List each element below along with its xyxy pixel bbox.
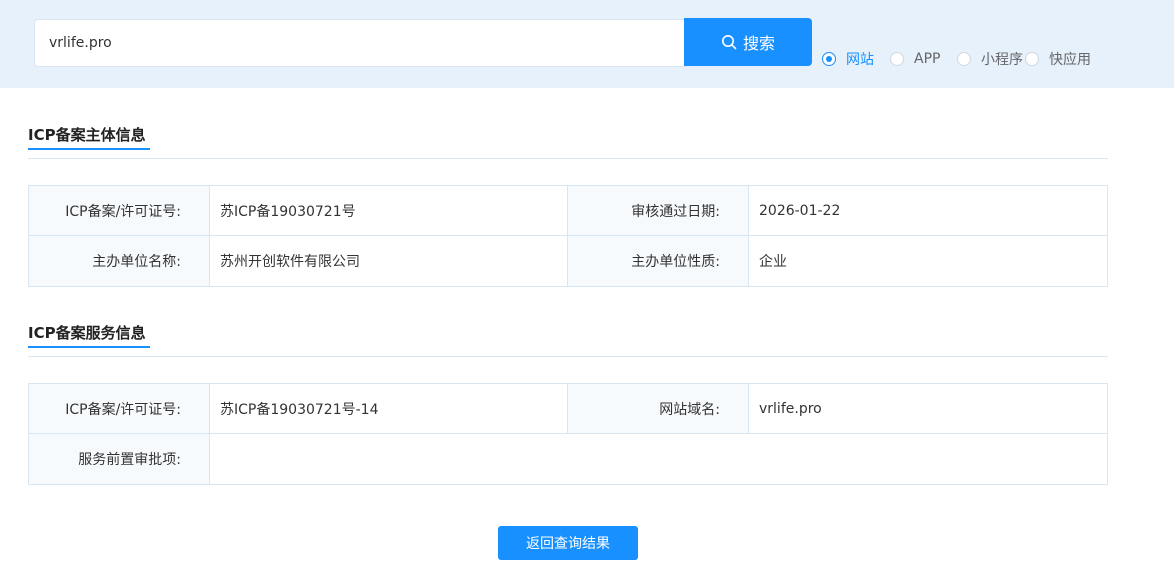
domain-value: vrlife.pro [759,400,822,417]
radio-dot [822,52,836,66]
organizer-name-label: 主办单位名称: [29,236,210,286]
table-row: ICP备案/许可证号: 苏ICP备19030721号 审核通过日期: 2026-… [29,186,1107,236]
pre-approval-value [210,434,1107,484]
search-button-label: 搜索 [742,34,775,53]
radio-mini-program[interactable]: 小程序 [957,50,1023,68]
search-band: 搜索 网站 APP 小程序 快应用 [0,0,1174,88]
service-info-table: ICP备案/许可证号: 苏ICP备19030721号-14 网站域名: vrli… [28,383,1108,485]
section-divider [28,158,1108,159]
radio-quick-app[interactable]: 快应用 [1025,50,1091,68]
search-input[interactable] [34,19,686,67]
table-row: ICP备案/许可证号: 苏ICP备19030721号-14 网站域名: vrli… [29,384,1107,434]
pre-approval-label: 服务前置审批项: [29,434,210,484]
radio-label: 网站 [846,52,874,68]
radio-website[interactable]: 网站 [822,50,874,68]
approval-date-label: 审核通过日期: [567,186,749,235]
approval-date-value: 2026-01-22 [759,202,841,219]
service-license-value: 苏ICP备19030721号-14 [220,401,379,418]
organizer-type-label: 主办单位性质: [567,236,749,286]
back-to-results-button[interactable]: 返回查询结果 [498,526,638,560]
radio-label: 快应用 [1049,52,1091,68]
radio-dot [957,52,971,66]
section-title-service: ICP备案服务信息 [28,324,146,342]
search-button[interactable]: 搜索 [684,18,812,66]
section-divider [28,356,1108,357]
organizer-type-value: 企业 [759,254,787,270]
section-title-entity: ICP备案主体信息 [28,126,146,144]
entity-info-table: ICP备案/许可证号: 苏ICP备19030721号 审核通过日期: 2026-… [28,185,1108,287]
radio-label: 小程序 [981,52,1023,68]
table-row: 主办单位名称: 苏州开创软件有限公司 主办单位性质: 企业 [29,236,1107,286]
table-row: 服务前置审批项: [29,434,1107,484]
radio-label: APP [914,51,941,67]
section-underline [28,148,150,150]
radio-dot [1025,52,1039,66]
radio-dot [890,52,904,66]
section-underline [28,346,150,348]
organizer-name-value: 苏州开创软件有限公司 [220,254,360,270]
license-number-label: ICP备案/许可证号: [29,186,210,235]
license-number-value: 苏ICP备19030721号 [220,203,356,220]
domain-label: 网站域名: [567,384,749,433]
search-icon [721,35,737,50]
radio-app[interactable]: APP [890,50,940,68]
service-license-label: ICP备案/许可证号: [29,384,210,433]
